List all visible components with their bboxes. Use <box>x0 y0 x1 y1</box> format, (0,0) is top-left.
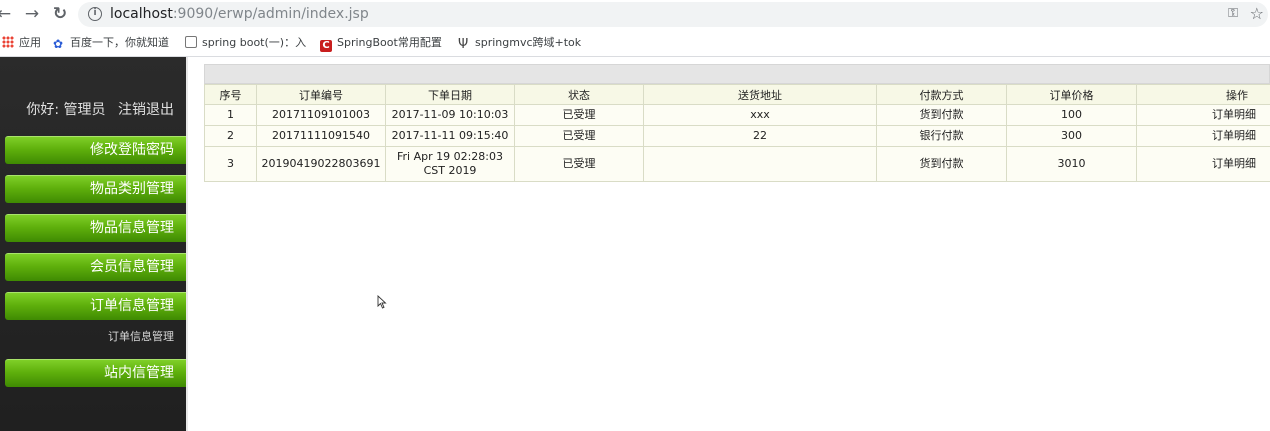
back-icon[interactable]: ← <box>0 4 14 24</box>
cell-status: 已受理 <box>514 125 644 147</box>
cell-payment: 货到付款 <box>876 146 1007 182</box>
table-row: 3 20190419022803691 Fri Apr 19 02:28:03 … <box>204 146 1270 182</box>
order-table: 序号 订单编号 下单日期 状态 送货地址 付款方式 订单价格 操作 1 2017… <box>204 84 1270 182</box>
cell-price: 3010 <box>1006 146 1137 182</box>
bookmark-spring-boot[interactable]: spring boot(一)：入 <box>185 36 306 50</box>
cell-date: 2017-11-09 10:10:03 <box>385 104 515 126</box>
bookmark-label: spring boot(一)：入 <box>202 36 307 49</box>
order-detail-link[interactable]: 订单明细 <box>1212 157 1256 170</box>
bookmark-star-icon[interactable]: ☆ <box>1250 4 1264 23</box>
cell-address: xxx <box>643 104 877 126</box>
bookmark-apps[interactable]: 应用 <box>2 36 41 50</box>
table-row: 1 20171109101003 2017-11-09 10:10:03 已受理… <box>204 104 1270 126</box>
submenu-order-management[interactable]: 订单信息管理 <box>108 328 174 344</box>
url-text[interactable]: localhost:9090/erwp/admin/index.jsp <box>110 6 369 23</box>
cell-no: 1 <box>204 104 257 126</box>
column-header: 付款方式 <box>876 84 1007 105</box>
s-icon: Ψ <box>458 37 469 52</box>
sidebar: 你好: 管理员 注销退出 修改登陆密码 物品类别管理 物品信息管理 会员信息管理… <box>0 57 186 431</box>
key-icon[interactable]: ⚿ <box>1228 6 1238 21</box>
order-detail-link[interactable]: 订单明细 <box>1212 129 1256 142</box>
bookmark-label: 应用 <box>19 36 41 49</box>
cell-price: 300 <box>1006 125 1137 147</box>
bookmark-label: 百度一下，你就知道 <box>70 36 169 49</box>
logout-link[interactable]: 注销退出 <box>118 102 174 118</box>
column-header: 状态 <box>514 84 644 105</box>
apps-icon <box>2 36 14 48</box>
menu-change-password[interactable]: 修改登陆密码 <box>5 136 186 164</box>
cell-address <box>643 146 877 182</box>
cell-no: 2 <box>204 125 257 147</box>
welcome-text: 你好: 管理员 注销退出 <box>26 99 174 119</box>
cell-status: 已受理 <box>514 146 644 182</box>
table-header-row: 序号 订单编号 下单日期 状态 送货地址 付款方式 订单价格 操作 <box>204 84 1270 105</box>
browser-toolbar: ← → ↻ i localhost:9090/erwp/admin/index.… <box>0 0 1270 30</box>
menu-item-management[interactable]: 物品信息管理 <box>5 214 186 242</box>
content-divider <box>186 57 188 431</box>
reload-icon[interactable]: ↻ <box>50 4 70 24</box>
menu-category-management[interactable]: 物品类别管理 <box>5 175 186 203</box>
menu-message-management[interactable]: 站内信管理 <box>5 359 186 387</box>
bookmark-springboot-config[interactable]: C SpringBoot常用配置 <box>320 36 442 52</box>
cell-payment: 银行付款 <box>876 125 1007 147</box>
cell-address: 22 <box>643 125 877 147</box>
c-icon: C <box>320 40 332 52</box>
bookmarks-bar: 应用 ✿ 百度一下，你就知道 spring boot(一)：入 C SpringBo… <box>0 30 1270 57</box>
order-table-container: 序号 订单编号 下单日期 状态 送货地址 付款方式 订单价格 操作 1 2017… <box>204 64 1270 182</box>
cell-order-id: 20171109101003 <box>256 104 386 126</box>
bookmark-label: springmvc跨域+tok <box>475 36 582 49</box>
table-row: 2 20171111091540 2017-11-11 09:15:40 已受理… <box>204 125 1270 147</box>
address-bar[interactable]: i localhost:9090/erwp/admin/index.jsp ⚿ … <box>78 2 1268 27</box>
bookmark-baidu[interactable]: ✿ 百度一下，你就知道 <box>53 36 169 50</box>
bookmark-springmvc[interactable]: Ψspringmvc跨域+tok <box>458 36 581 51</box>
cell-payment: 货到付款 <box>876 104 1007 126</box>
cell-no: 3 <box>204 146 257 182</box>
column-header: 序号 <box>204 84 257 105</box>
cell-order-id: 20171111091540 <box>256 125 386 147</box>
column-header: 下单日期 <box>385 84 515 105</box>
cell-order-id: 20190419022803691 <box>256 146 386 182</box>
column-header: 送货地址 <box>643 84 877 105</box>
menu-member-management[interactable]: 会员信息管理 <box>5 253 186 281</box>
url-path: :9090/erwp/admin/index.jsp <box>172 6 369 22</box>
cell-action: 订单明细 <box>1136 146 1270 182</box>
column-header: 订单价格 <box>1006 84 1137 105</box>
page-icon <box>185 36 197 48</box>
cell-status: 已受理 <box>514 104 644 126</box>
mouse-cursor-icon <box>377 295 387 309</box>
table-title-bar <box>204 64 1270 84</box>
baidu-paw-icon: ✿ <box>53 37 64 51</box>
url-host: localhost <box>110 6 173 22</box>
order-detail-link[interactable]: 订单明细 <box>1212 108 1256 121</box>
cell-action: 订单明细 <box>1136 104 1270 126</box>
cell-date: Fri Apr 19 02:28:03 CST 2019 <box>385 146 515 182</box>
column-header: 订单编号 <box>256 84 386 105</box>
cell-date: 2017-11-11 09:15:40 <box>385 125 515 147</box>
greeting: 你好: 管理员 <box>26 102 106 118</box>
forward-icon[interactable]: → <box>22 4 42 24</box>
info-icon[interactable]: i <box>88 7 102 21</box>
cell-action: 订单明细 <box>1136 125 1270 147</box>
bookmark-label: SpringBoot常用配置 <box>337 36 442 49</box>
cell-price: 100 <box>1006 104 1137 126</box>
column-header: 操作 <box>1136 84 1270 105</box>
menu-order-management[interactable]: 订单信息管理 <box>5 292 186 320</box>
